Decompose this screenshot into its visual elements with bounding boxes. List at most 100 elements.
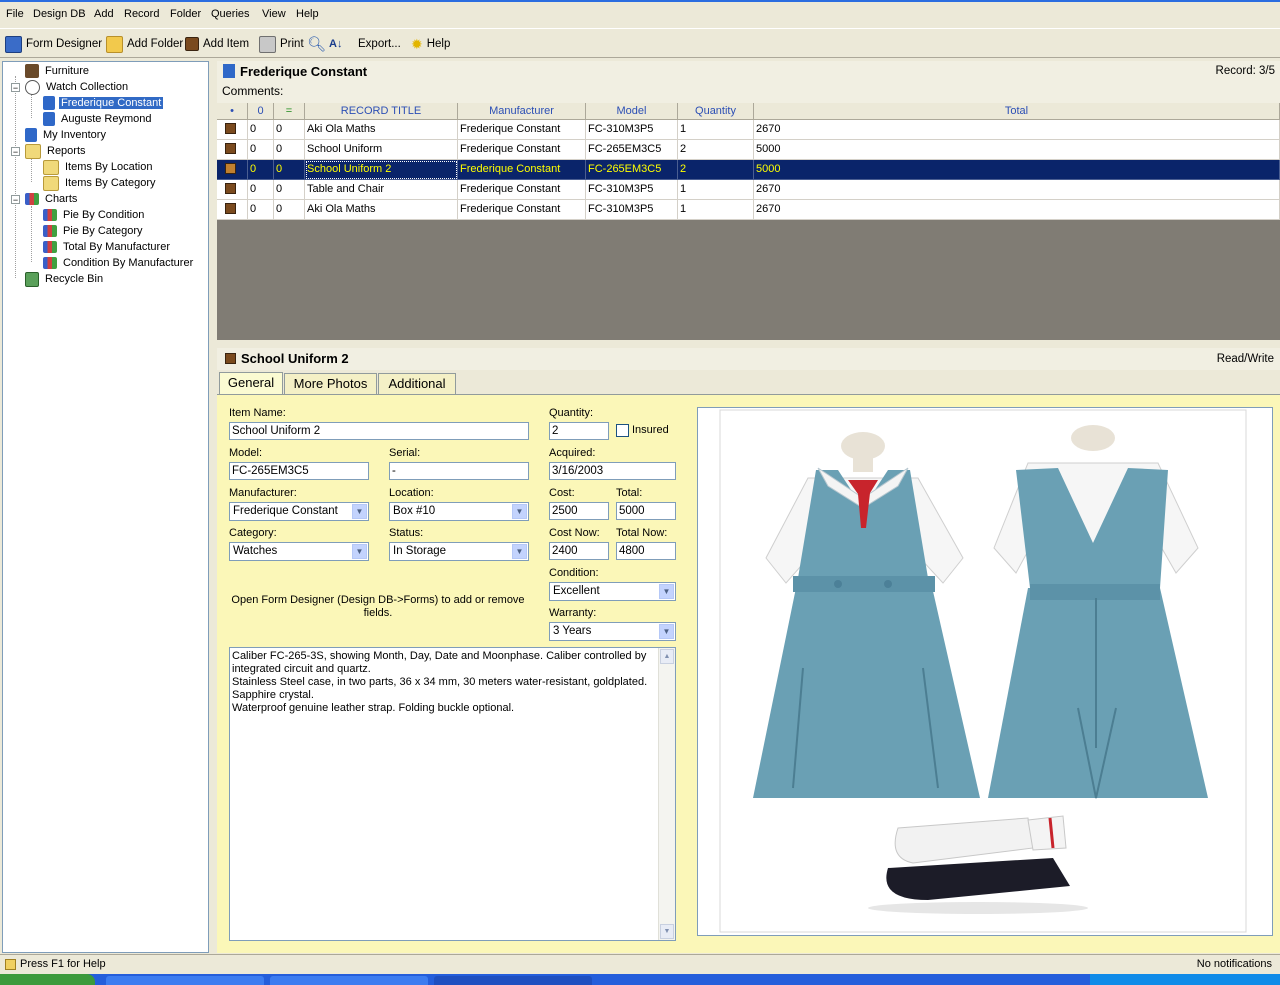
help-button[interactable]: ✹ Help [411, 35, 450, 53]
tree-item-recycle-bin[interactable]: Recycle Bin [25, 271, 105, 287]
chevron-down-icon[interactable]: ▼ [352, 544, 367, 559]
record-book-icon [223, 64, 235, 78]
menu-folder[interactable]: Folder [170, 8, 201, 20]
tree-item-auguste-reymond[interactable]: Auguste Reymond [43, 111, 154, 127]
notes-textarea[interactable]: Caliber FC-265-3S, showing Month, Day, D… [229, 647, 676, 941]
table-row[interactable]: 0 0 Table and Chair Frederique Constant … [217, 180, 1280, 200]
menu-help[interactable]: Help [296, 8, 319, 20]
cost-now-field[interactable]: 2400 [549, 542, 609, 560]
table-cell: Aki Ola Maths [305, 120, 458, 140]
col-header-quantity[interactable]: Quantity [678, 103, 754, 120]
table-row[interactable]: 0 0 Aki Ola Maths Frederique Constant FC… [217, 200, 1280, 220]
tree-item-frederique-constant[interactable]: Frederique Constant [43, 95, 165, 111]
find-button[interactable]: 🔍︎ [307, 35, 326, 53]
form-designer-button[interactable]: Form Designer [5, 35, 102, 53]
tree-item-furniture[interactable]: Furniture [25, 63, 91, 79]
condition-label: Condition: [549, 567, 599, 579]
chevron-down-icon[interactable]: ▼ [512, 504, 527, 519]
item-photo[interactable] [697, 407, 1273, 936]
item-name-field[interactable]: School Uniform 2 [229, 422, 529, 440]
col-header-record-title[interactable]: RECORD TITLE [305, 103, 458, 120]
menu-record[interactable]: Record [124, 8, 159, 20]
scroll-down-icon[interactable]: ▼ [660, 924, 674, 939]
tree-line [31, 206, 32, 262]
add-item-button[interactable]: Add Item [185, 35, 249, 53]
menu-file[interactable]: File [6, 8, 24, 20]
tree-item-pie-by-category[interactable]: Pie By Category [43, 223, 144, 239]
tree-item-condition-by-manufacturer[interactable]: Condition By Manufacturer [43, 255, 195, 271]
report-icon [43, 159, 59, 175]
quantity-label: Quantity: [549, 407, 594, 419]
status-value: In Storage [393, 545, 447, 557]
chevron-down-icon[interactable]: ▼ [659, 624, 674, 639]
col-header-marker[interactable]: • [217, 103, 248, 120]
record-position: Record: 3/5 [1215, 65, 1275, 77]
table-row-selected[interactable]: 0 0 School Uniform 2 Frederique Constant… [217, 160, 1280, 180]
manufacturer-select[interactable]: Frederique Constant ▼ [229, 502, 369, 521]
menu-add[interactable]: Add [94, 8, 114, 20]
bar-chart-icon [43, 209, 57, 221]
export-button[interactable]: Export... [358, 35, 401, 53]
start-button[interactable] [0, 974, 95, 985]
tree-label: Recycle Bin [45, 273, 104, 285]
location-select[interactable]: Box #10 ▼ [389, 502, 529, 521]
magnifier-icon: 🔍︎ [307, 36, 327, 53]
taskbar-button[interactable] [106, 976, 264, 985]
condition-value: Excellent [553, 585, 600, 597]
tab-more-photos[interactable]: More Photos [284, 373, 377, 394]
print-button[interactable]: Print [259, 35, 304, 53]
collapse-icon[interactable]: − [11, 195, 20, 205]
total-now-field[interactable]: 4800 [616, 542, 676, 560]
col-header-attachments[interactable]: 0 [248, 103, 274, 120]
cost-field[interactable]: 2500 [549, 502, 609, 520]
serial-field[interactable]: - [389, 462, 529, 480]
insured-checkbox[interactable] [616, 424, 629, 437]
system-tray [1090, 974, 1280, 985]
category-select[interactable]: Watches ▼ [229, 542, 369, 561]
tree-item-total-by-manufacturer[interactable]: Total By Manufacturer [43, 239, 172, 255]
tree-item-items-by-location[interactable]: Items By Location [43, 159, 154, 175]
tab-general[interactable]: General [219, 372, 283, 395]
collapse-icon[interactable]: − [11, 147, 20, 157]
condition-select[interactable]: Excellent ▼ [549, 582, 676, 601]
col-header-manufacturer[interactable]: Manufacturer [458, 103, 586, 120]
col-header-links[interactable]: = [274, 103, 305, 120]
menu-queries[interactable]: Queries [211, 8, 250, 20]
taskbar-button[interactable] [270, 976, 428, 985]
table-cell: 0 [248, 140, 274, 160]
collapse-icon[interactable]: − [11, 83, 20, 93]
chevron-down-icon[interactable]: ▼ [352, 504, 367, 519]
tree-item-items-by-category[interactable]: Items By Category [43, 175, 157, 191]
sort-button[interactable]: A↓ [329, 35, 342, 53]
menu-design-db[interactable]: Design DB [33, 8, 86, 20]
table-cell: 2 [678, 160, 754, 180]
tree-item-watch-collection[interactable]: Watch Collection [25, 79, 130, 95]
tree-label: Auguste Reymond [61, 113, 152, 125]
tab-additional[interactable]: Additional [378, 373, 456, 394]
taskbar-button[interactable] [434, 976, 592, 985]
col-header-total[interactable]: Total [754, 103, 1280, 120]
add-folder-button[interactable]: Add Folder [106, 35, 183, 53]
tree-item-pie-by-condition[interactable]: Pie By Condition [43, 207, 146, 223]
acquired-field[interactable]: 3/16/2003 [549, 462, 676, 480]
scroll-up-icon[interactable]: ▲ [660, 649, 674, 664]
chevron-down-icon[interactable]: ▼ [512, 544, 527, 559]
total-field[interactable]: 5000 [616, 502, 676, 520]
tree-line [31, 158, 32, 182]
folder-tree: Furniture − Watch Collection Frederique … [2, 61, 209, 953]
tree-item-my-inventory[interactable]: My Inventory [25, 127, 108, 143]
tree-item-reports[interactable]: Reports [25, 143, 88, 159]
quantity-field[interactable]: 2 [549, 422, 609, 440]
notes-scrollbar[interactable]: ▲ ▼ [658, 648, 675, 940]
model-field[interactable]: FC-265EM3C5 [229, 462, 369, 480]
status-select[interactable]: In Storage ▼ [389, 542, 529, 561]
chevron-down-icon[interactable]: ▼ [659, 584, 674, 599]
warranty-label: Warranty: [549, 607, 597, 619]
warranty-select[interactable]: 3 Years ▼ [549, 622, 676, 641]
detail-header: School Uniform 2 Read/Write [217, 348, 1280, 370]
table-row[interactable]: 0 0 School Uniform Frederique Constant F… [217, 140, 1280, 160]
table-row[interactable]: 0 0 Aki Ola Maths Frederique Constant FC… [217, 120, 1280, 140]
col-header-model[interactable]: Model [586, 103, 678, 120]
menu-view[interactable]: View [262, 8, 286, 20]
tree-item-charts[interactable]: Charts [25, 191, 79, 207]
